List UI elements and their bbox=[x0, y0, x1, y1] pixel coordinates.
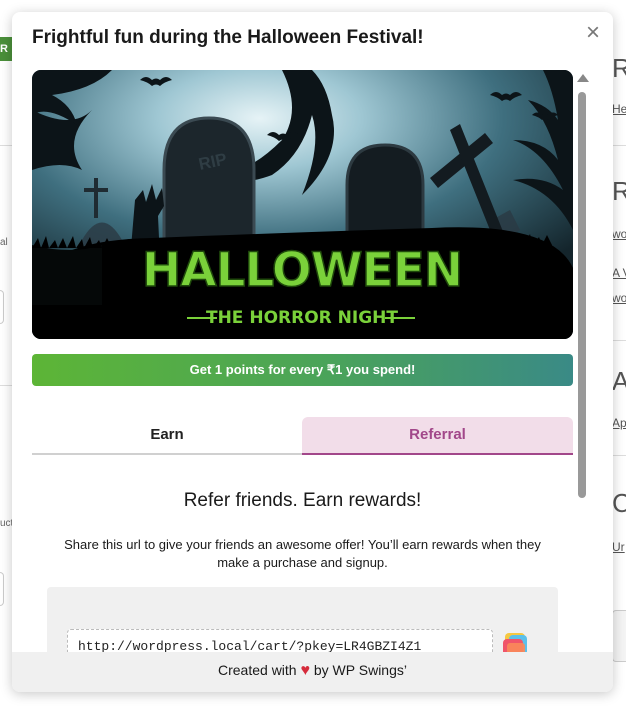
close-icon[interactable]: × bbox=[582, 21, 604, 45]
background-link[interactable]: He bbox=[612, 102, 626, 116]
tab-earn[interactable]: Earn bbox=[32, 417, 302, 455]
background-input[interactable] bbox=[0, 290, 4, 324]
background-heading: A bbox=[612, 366, 626, 396]
halloween-banner: RIP HALLOWEEN THE HORROR NIGHT bbox=[32, 70, 573, 339]
background-link[interactable]: wo bbox=[612, 291, 626, 305]
points-banner: Get 1 points for every ₹1 you spend! bbox=[32, 354, 573, 386]
background-heading: C bbox=[612, 488, 626, 518]
referral-url-field[interactable]: http://wordpress.local/cart/?pkey=LR4GBZ… bbox=[67, 629, 493, 652]
scroll-thumb[interactable] bbox=[578, 92, 586, 498]
modal-title: Frightful fun during the Halloween Festi… bbox=[32, 27, 424, 48]
background-heading: R bbox=[612, 176, 626, 206]
background-button[interactable] bbox=[612, 610, 626, 662]
divider bbox=[612, 145, 626, 146]
background-link[interactable]: Ur bbox=[612, 540, 625, 554]
modal-scroll-area[interactable]: RIP HALLOWEEN THE HORROR NIGHT Get 1 poi… bbox=[12, 70, 613, 652]
referral-url-panel: http://wordpress.local/cart/?pkey=LR4GBZ… bbox=[47, 587, 558, 652]
halloween-modal: Frightful fun during the Halloween Festi… bbox=[12, 12, 613, 692]
referral-heading: Refer friends. Earn rewards! bbox=[183, 490, 422, 511]
background-link[interactable]: A V bbox=[612, 266, 626, 280]
copy-icon[interactable] bbox=[501, 631, 531, 652]
background-heading: R bbox=[612, 53, 626, 83]
footer-suffix[interactable]: by WP Swings’ bbox=[314, 662, 407, 678]
background-link[interactable]: Ap bbox=[612, 416, 626, 430]
divider bbox=[612, 340, 626, 341]
scroll-up-arrow-icon[interactable] bbox=[577, 74, 589, 82]
background-input[interactable] bbox=[0, 572, 4, 606]
divider bbox=[612, 455, 626, 456]
footer-prefix: Created with bbox=[218, 662, 297, 678]
referral-description: Share this url to give your friends an a… bbox=[64, 537, 541, 570]
modal-scrollbar[interactable] bbox=[576, 72, 589, 652]
heart-icon: ♥ bbox=[300, 662, 310, 679]
background-link[interactable]: wo bbox=[612, 227, 626, 241]
divider bbox=[0, 385, 12, 386]
divider bbox=[0, 145, 12, 146]
tab-bar: Earn Referral bbox=[32, 417, 573, 455]
background-text: al bbox=[0, 237, 8, 248]
modal-footer: Created with ♥ by WP Swings’ bbox=[12, 652, 613, 692]
halloween-banner-image: RIP HALLOWEEN THE HORROR NIGHT bbox=[32, 70, 573, 339]
banner-headline: HALLOWEEN bbox=[142, 243, 462, 298]
background-button[interactable]: R bbox=[0, 37, 12, 61]
banner-subline: THE HORROR NIGHT bbox=[206, 308, 398, 328]
tab-referral[interactable]: Referral bbox=[302, 417, 573, 455]
